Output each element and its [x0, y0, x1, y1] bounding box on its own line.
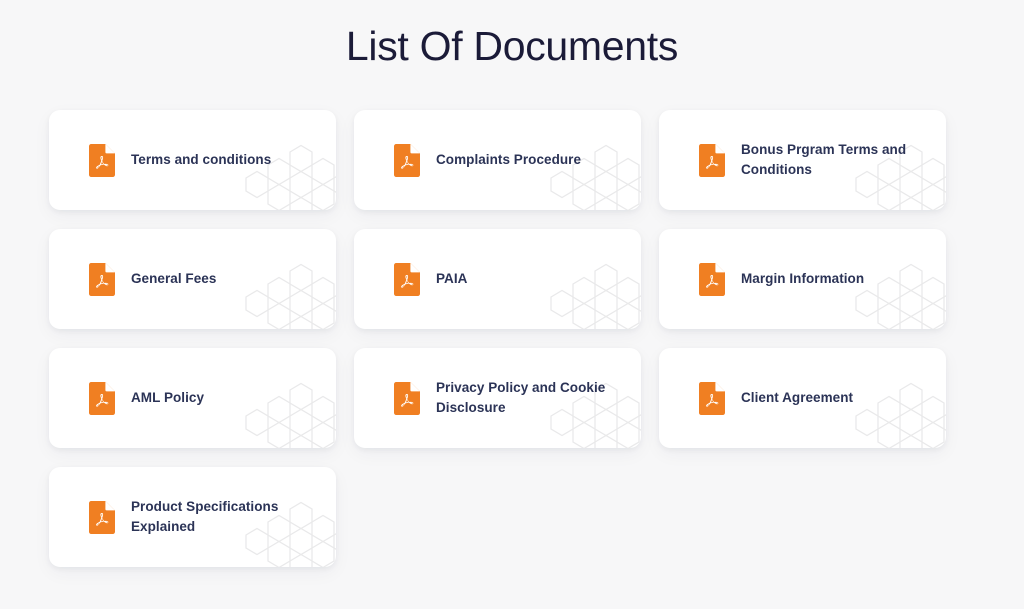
card-content: Privacy Policy and Cookie Disclosure [354, 378, 641, 417]
document-card-0[interactable]: Terms and conditions [49, 110, 336, 210]
document-label: Client Agreement [741, 390, 854, 406]
pdf-file-icon [89, 381, 115, 415]
pdf-file-icon [89, 500, 115, 534]
pdf-file-icon [89, 262, 115, 296]
document-label: AML Policy [131, 390, 205, 406]
pdf-file-icon [699, 381, 725, 415]
document-card-5[interactable]: Margin Information [659, 229, 946, 329]
document-card-3[interactable]: General Fees [49, 229, 336, 329]
pdf-file-icon [394, 381, 420, 415]
document-label: Margin Information [741, 271, 865, 287]
document-label: Bonus Prgram Terms and Conditions [741, 142, 907, 177]
pdf-file-icon [699, 262, 725, 296]
document-label: Product Specifications Explained [131, 499, 279, 534]
card-content: Complaints Procedure [354, 143, 641, 177]
document-card-2[interactable]: Bonus Prgram Terms and Conditions [659, 110, 946, 210]
card-content: AML Policy [49, 381, 336, 415]
pdf-file-icon [699, 143, 725, 177]
card-content: Bonus Prgram Terms and Conditions [659, 140, 946, 179]
pdf-file-icon [394, 262, 420, 296]
pdf-file-icon [394, 143, 420, 177]
card-content: General Fees [49, 262, 336, 296]
document-label: Terms and conditions [131, 152, 272, 168]
document-card-9[interactable]: Product Specifications Explained [49, 467, 336, 567]
document-label: General Fees [131, 271, 217, 287]
document-card-4[interactable]: PAIA [354, 229, 641, 329]
card-content: PAIA [354, 262, 641, 296]
document-card-6[interactable]: AML Policy [49, 348, 336, 448]
documents-page: List Of Documents Terms and conditions C… [0, 0, 1024, 609]
document-card-7[interactable]: Privacy Policy and Cookie Disclosure [354, 348, 641, 448]
document-label: Privacy Policy and Cookie Disclosure [436, 380, 606, 415]
document-label: Complaints Procedure [436, 152, 582, 168]
card-content: Terms and conditions [49, 143, 336, 177]
card-content: Margin Information [659, 262, 946, 296]
page-title: List Of Documents [345, 23, 679, 69]
card-content: Client Agreement [659, 381, 946, 415]
documents-grid: Terms and conditions Complaints Procedur… [49, 110, 949, 567]
pdf-file-icon [89, 143, 115, 177]
document-card-8[interactable]: Client Agreement [659, 348, 946, 448]
card-content: Product Specifications Explained [49, 497, 336, 536]
document-card-1[interactable]: Complaints Procedure [354, 110, 641, 210]
document-label: PAIA [436, 271, 468, 287]
